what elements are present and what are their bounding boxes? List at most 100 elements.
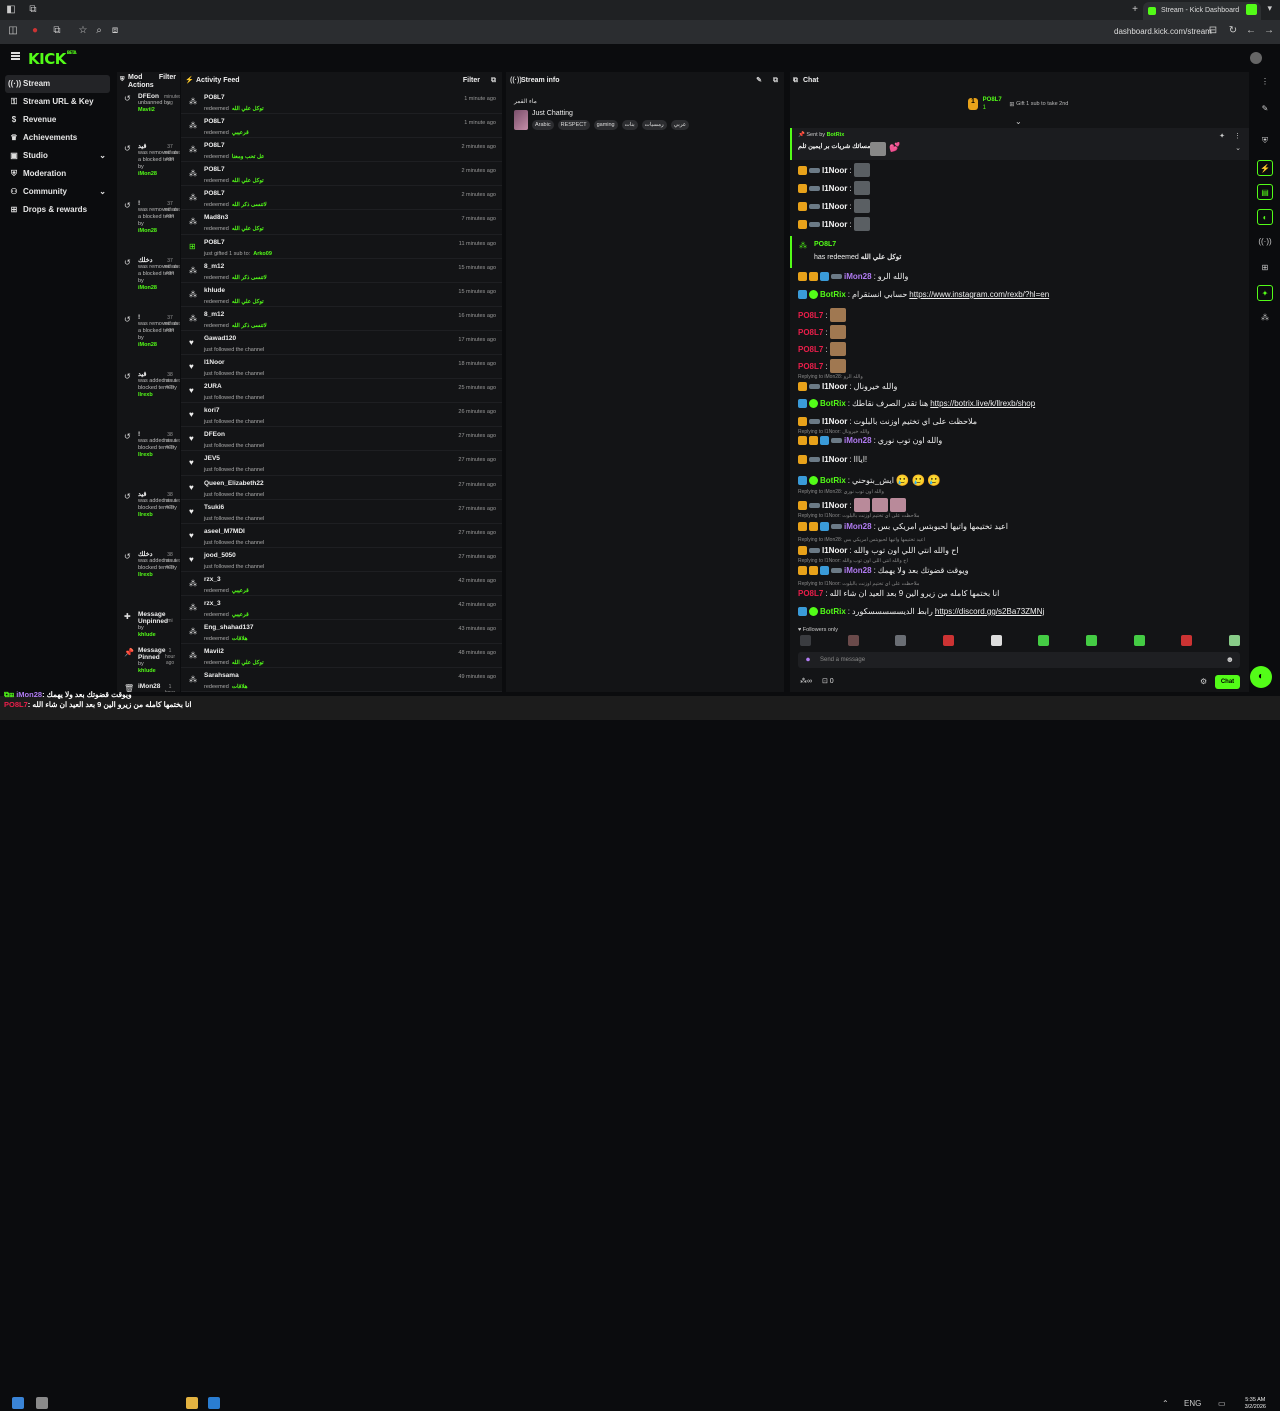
- stream-tag[interactable]: gaming: [593, 120, 618, 130]
- browser-tab[interactable]: Stream - Kick Dashboard ✕: [1143, 2, 1261, 20]
- chat-bubble-icon[interactable]: ◐: [1257, 209, 1273, 225]
- chat-username[interactable]: I1Noor: [822, 166, 847, 175]
- pinned-author[interactable]: BotRix: [827, 132, 845, 138]
- activity-user[interactable]: PO8L7: [204, 118, 502, 125]
- tray-chevron-icon[interactable]: ⌃: [1162, 1399, 1169, 1408]
- chat-username[interactable]: I1Noor: [822, 501, 847, 510]
- activity-user[interactable]: aseel_M7MDI: [204, 528, 502, 535]
- reply-context[interactable]: Replying to I1Noor: ملاحظت على اي تختيم …: [798, 513, 919, 519]
- edit-icon[interactable]: ✎: [756, 72, 762, 90]
- mod-action-by[interactable]: iMon28: [138, 228, 157, 234]
- activity-user[interactable]: PO8L7: [204, 142, 502, 149]
- emote-shortcut[interactable]: [1181, 635, 1193, 646]
- stream-tag[interactable]: RESPECT: [557, 120, 590, 130]
- info-icon[interactable]: ▤: [1257, 184, 1273, 200]
- emote-shortcut[interactable]: [1228, 635, 1240, 646]
- emote-shortcut[interactable]: [800, 635, 811, 646]
- kick-logo[interactable]: KICKBETA: [28, 50, 77, 68]
- search-icon[interactable]: ⌕: [92, 25, 106, 36]
- mod-action-by[interactable]: iMon28: [138, 171, 157, 177]
- activity-user[interactable]: Queen_Elizabeth22: [204, 480, 502, 487]
- reply-context[interactable]: Replying to iMon28: اعيد تختيمها واتيها …: [798, 537, 925, 543]
- chat-username[interactable]: I1Noor: [822, 382, 847, 391]
- back-icon[interactable]: ←: [1244, 25, 1258, 36]
- tab-list-icon[interactable]: ▾: [1267, 3, 1272, 14]
- emoji-icon[interactable]: ☻: [1226, 655, 1234, 664]
- sidebar-item-drops-rewards[interactable]: ⊞ Drops & rewards: [5, 201, 110, 219]
- chat-link[interactable]: https://www.instagram.com/rexb/?hl=en: [909, 290, 1049, 299]
- stream-tag[interactable]: عربي: [670, 120, 690, 130]
- activity-user[interactable]: Gawad120: [204, 335, 502, 342]
- chat-username[interactable]: PO8L7: [798, 345, 823, 354]
- system-clock[interactable]: 5:35 AM 3/2/2026: [1245, 1397, 1266, 1411]
- sidebar-item-moderation[interactable]: ⛨ Moderation: [5, 165, 110, 183]
- sidebar-item-stream[interactable]: ((·)) Stream: [5, 75, 110, 93]
- activity-user[interactable]: PO8L7: [204, 166, 502, 173]
- profile-icon[interactable]: ⧉: [26, 3, 40, 17]
- popout-icon[interactable]: ⧉: [491, 72, 496, 90]
- url-field[interactable]: [125, 23, 1225, 41]
- activity-user[interactable]: PO8L7: [204, 239, 502, 246]
- chat-username[interactable]: BotRix: [820, 607, 846, 616]
- filter-button[interactable]: Filter: [463, 72, 480, 90]
- activity-user[interactable]: 2URA: [204, 383, 502, 390]
- mod-event-icon[interactable]: 📌: [124, 649, 134, 657]
- emote-shortcut[interactable]: [895, 635, 907, 646]
- activity-user[interactable]: khlude: [204, 287, 502, 294]
- mod-action-by[interactable]: llrexb: [138, 572, 153, 578]
- sidebar-item-achievements[interactable]: ♛ Achievements: [5, 129, 110, 147]
- undo-icon[interactable]: ↺: [124, 373, 131, 381]
- activity-user[interactable]: jood_5050: [204, 552, 502, 559]
- extensions-icon[interactable]: ⧉: [50, 25, 64, 36]
- redeem-user[interactable]: PO8L7: [814, 241, 836, 248]
- new-tab-icon[interactable]: +: [1128, 3, 1142, 17]
- mod-action-by[interactable]: llrexb: [138, 512, 153, 518]
- activity-user[interactable]: PO8L7: [204, 94, 502, 101]
- chat-username[interactable]: iMon28: [844, 566, 872, 575]
- chat-link[interactable]: https://discord.gg/s2Ba73ZMNj: [935, 607, 1044, 616]
- more-options-icon[interactable]: ⋮: [1257, 74, 1273, 90]
- sidebar-item-community[interactable]: ⚇ Community ⌄: [5, 183, 110, 201]
- gift-cta[interactable]: Gift 1 sub to take 2nd: [1016, 101, 1068, 107]
- undo-icon[interactable]: ↺: [124, 493, 131, 501]
- mod-action-by[interactable]: llrexb: [138, 392, 153, 398]
- chat-username[interactable]: PO8L7: [798, 589, 823, 598]
- sidebar-item-stream-url-key[interactable]: ⚿ Stream URL & Key: [5, 93, 110, 111]
- emote-shortcut[interactable]: [1038, 635, 1050, 646]
- menu-icon[interactable]: [11, 52, 20, 60]
- forward-icon[interactable]: →: [1262, 25, 1276, 36]
- activity-user[interactable]: Eng_shahad137: [204, 624, 502, 631]
- activity-user[interactable]: rzx_3: [204, 576, 502, 583]
- window-menu-icon[interactable]: ◧: [4, 3, 18, 17]
- chat-input[interactable]: ⏺ Send a message ☻: [798, 652, 1240, 668]
- gear-icon[interactable]: ⚙: [1200, 677, 1207, 686]
- sidebar-item-studio[interactable]: ▣ Studio ⌄: [5, 147, 110, 165]
- undo-icon[interactable]: ↺: [124, 553, 131, 561]
- reply-context[interactable]: Replying to iMon28: والله اون توب نوري: [798, 489, 884, 495]
- activity-user[interactable]: 8_m12: [204, 263, 502, 270]
- chat-username[interactable]: iMon28: [844, 522, 872, 531]
- activity-user[interactable]: JEV5: [204, 455, 502, 462]
- edit-icon[interactable]: ✎: [1257, 101, 1273, 117]
- windows-start-icon[interactable]: [12, 1397, 24, 1409]
- more-options-icon[interactable]: ⋮: [1234, 132, 1241, 140]
- mod-action-by[interactable]: iMon28: [138, 342, 157, 348]
- kick-extension-icon[interactable]: [1246, 4, 1257, 15]
- mod-action-by[interactable]: iMon28: [138, 285, 157, 291]
- record-icon[interactable]: ●: [28, 25, 42, 36]
- microphone-icon[interactable]: ⏺: [806, 655, 810, 665]
- chat-username[interactable]: PO8L7: [798, 362, 823, 371]
- undo-icon[interactable]: ↺: [124, 316, 131, 324]
- chat-username[interactable]: I1Noor: [822, 220, 847, 229]
- undo-icon[interactable]: ↺: [124, 95, 131, 103]
- sidebar-item-revenue[interactable]: $ Revenue: [5, 111, 110, 129]
- undo-icon[interactable]: ↺: [124, 259, 131, 267]
- unpin-icon[interactable]: ✦: [1219, 132, 1225, 140]
- taskbar-app-icon[interactable]: [208, 1397, 220, 1409]
- activity-user[interactable]: 8_m12: [204, 311, 502, 318]
- emote-shortcut[interactable]: [1085, 635, 1097, 646]
- chat-username[interactable]: iMon28: [844, 436, 872, 445]
- activity-user[interactable]: I1Noor: [204, 359, 502, 366]
- chat-username[interactable]: PO8L7: [798, 311, 823, 320]
- chat-username[interactable]: BotRix: [820, 399, 846, 408]
